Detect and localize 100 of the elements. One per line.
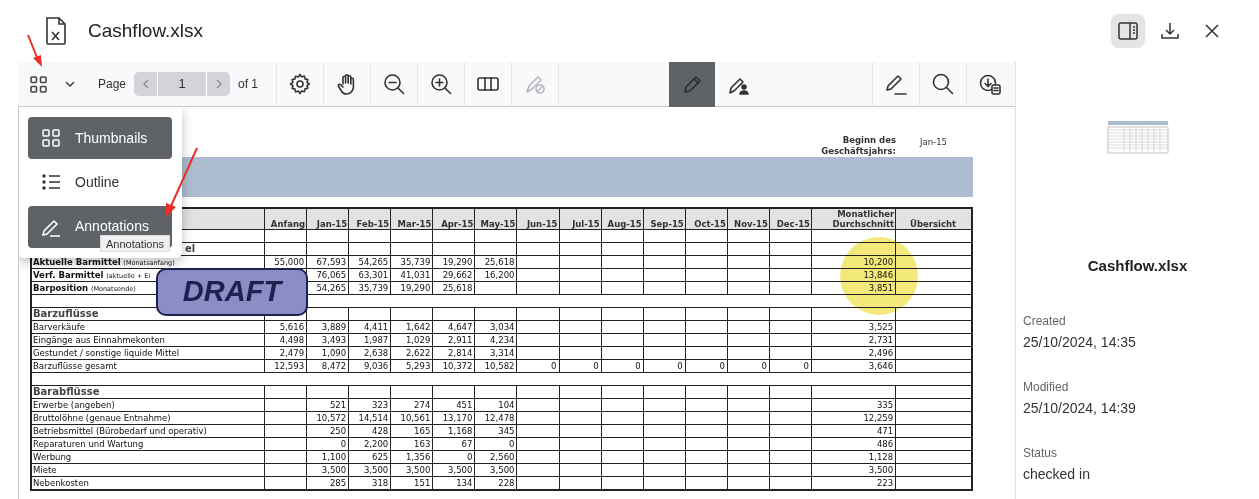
page-label: Page bbox=[98, 76, 127, 93]
table-cell: 521 bbox=[329, 400, 347, 410]
table-cell: 3,314 bbox=[490, 348, 515, 358]
table-cell: 16,200 bbox=[484, 270, 515, 280]
row-label: Barzuflüsse gesamt bbox=[33, 361, 117, 371]
row-label: Miete bbox=[33, 465, 57, 475]
table-cell: 318 bbox=[372, 477, 389, 488]
table-cell: 345 bbox=[498, 426, 515, 436]
table-cell: 3,500 bbox=[363, 465, 389, 475]
table-cell: 0 bbox=[340, 439, 347, 449]
table-cell: 10,572 bbox=[316, 413, 347, 423]
table-cell: 1,642 bbox=[405, 322, 431, 332]
table-cell: 335 bbox=[876, 400, 894, 410]
table-cell: 55,000 bbox=[274, 257, 305, 267]
column-header: Jan-15 bbox=[316, 219, 348, 229]
section-heading: Barzuflüsse bbox=[33, 308, 99, 319]
window-title: Cashflow.xlsx bbox=[88, 18, 204, 43]
table-cell: 63,301 bbox=[358, 270, 389, 280]
table-cell: 67 bbox=[461, 439, 473, 449]
table-cell: 285 bbox=[329, 477, 347, 488]
table-cell: 19,290 bbox=[442, 257, 473, 267]
table-cell: 3,889 bbox=[321, 322, 347, 332]
column-header: Monatlicher Durchschnitt bbox=[832, 209, 895, 229]
table-cell: 3,500 bbox=[405, 465, 431, 475]
page-count: of 1 bbox=[238, 76, 260, 93]
table-cell: 3,500 bbox=[448, 465, 473, 475]
table-cell: 10,561 bbox=[400, 413, 431, 423]
table-cell: 2,911 bbox=[448, 335, 473, 345]
table-cell: 2,622 bbox=[405, 348, 431, 358]
table-cell: 0 bbox=[677, 361, 683, 371]
table-cell: 3,851 bbox=[868, 283, 894, 293]
table-cell: 228 bbox=[498, 477, 515, 488]
field-label: Created bbox=[1023, 312, 1067, 330]
table-cell: 471 bbox=[876, 426, 894, 436]
table-cell: 3,646 bbox=[868, 361, 894, 371]
table-cell: 1,090 bbox=[321, 348, 347, 358]
table-cell: 0 bbox=[635, 361, 641, 371]
table-cell: 3,034 bbox=[490, 322, 515, 332]
row-label: Bruttolöhne (genaue Entnahme) bbox=[33, 413, 171, 423]
table-cell: 274 bbox=[414, 400, 431, 410]
table-cell: 1,128 bbox=[868, 452, 894, 462]
table-cell: 35,739 bbox=[358, 283, 389, 293]
table-cell: 25,618 bbox=[484, 257, 515, 267]
row-label: Erwerbe (angeben) bbox=[33, 400, 115, 410]
table-cell: 0 bbox=[761, 361, 767, 371]
section-heading: Barabflüsse bbox=[33, 386, 100, 397]
table-cell: 2,731 bbox=[868, 335, 894, 345]
column-header: Übersicht bbox=[910, 219, 957, 229]
column-header: Jun-15 bbox=[526, 219, 558, 229]
table-cell: 3,525 bbox=[868, 322, 894, 332]
table-cell: 3,500 bbox=[321, 465, 347, 475]
table-cell: 13,170 bbox=[442, 413, 473, 423]
table-cell: 2,200 bbox=[363, 439, 389, 449]
file-name: Cashflow.xlsx bbox=[1087, 256, 1188, 276]
row-label: Barverkäufe bbox=[33, 322, 85, 332]
table-cell: 29,662 bbox=[442, 270, 473, 280]
table-cell: 8,472 bbox=[321, 361, 347, 371]
row-label: Betriebsmittel (Bürobedarf und operativ) bbox=[33, 426, 207, 436]
table-cell: 165 bbox=[414, 426, 431, 436]
table-cell: 54,265 bbox=[316, 283, 347, 293]
table-cell: 25,618 bbox=[442, 283, 473, 293]
column-header: Aug-15 bbox=[607, 219, 642, 229]
table-cell: 104 bbox=[498, 400, 515, 410]
table-cell: 134 bbox=[456, 477, 473, 488]
field-label: Modified bbox=[1023, 378, 1070, 396]
table-cell: 12,593 bbox=[274, 361, 305, 371]
table-cell: 3,500 bbox=[868, 465, 894, 475]
table-cell: 4,411 bbox=[363, 322, 389, 332]
row-label: Nebenkosten bbox=[33, 477, 89, 488]
column-header: Mar-15 bbox=[397, 219, 432, 229]
table-cell: 163 bbox=[414, 439, 431, 449]
table-cell: 1,168 bbox=[448, 426, 473, 436]
table-cell: 3,500 bbox=[490, 465, 515, 475]
field-value: 25/10/2024, 14:35 bbox=[1023, 332, 1137, 352]
table-cell: 4,234 bbox=[490, 335, 515, 345]
field-value: 25/10/2024, 14:39 bbox=[1023, 398, 1137, 418]
fiscal-year-label: Beginn des Geschäftsjahrs: bbox=[820, 135, 896, 157]
table-cell: 10,582 bbox=[484, 361, 515, 371]
table-cell: 5,616 bbox=[279, 322, 305, 332]
table-cell: 223 bbox=[876, 477, 894, 488]
column-header: Oct-15 bbox=[694, 219, 726, 229]
table-cell: 12,478 bbox=[484, 413, 515, 423]
table-cell: 250 bbox=[329, 426, 347, 436]
column-header: Sep-15 bbox=[650, 219, 684, 229]
table-cell: 2,560 bbox=[490, 452, 515, 462]
table-cell: 428 bbox=[372, 426, 389, 436]
tooltip: Annotations bbox=[100, 235, 171, 252]
table-cell: 10,200 bbox=[863, 257, 894, 267]
table-cell: 451 bbox=[456, 400, 473, 410]
table-cell: 54,265 bbox=[358, 257, 389, 267]
table-cell: 12,259 bbox=[863, 413, 894, 423]
table-cell: 19,290 bbox=[400, 283, 431, 293]
row-label: Eingänge aus Einnahmekonten bbox=[33, 335, 165, 345]
column-header: Apr-15 bbox=[441, 219, 474, 229]
table-cell: 13,846 bbox=[863, 270, 894, 280]
column-header: Anfang bbox=[270, 219, 306, 229]
table-cell: 3,493 bbox=[321, 335, 347, 345]
table-cell: 0 bbox=[803, 361, 809, 371]
table-cell: 625 bbox=[372, 452, 389, 462]
table-cell: 14,514 bbox=[358, 413, 389, 423]
